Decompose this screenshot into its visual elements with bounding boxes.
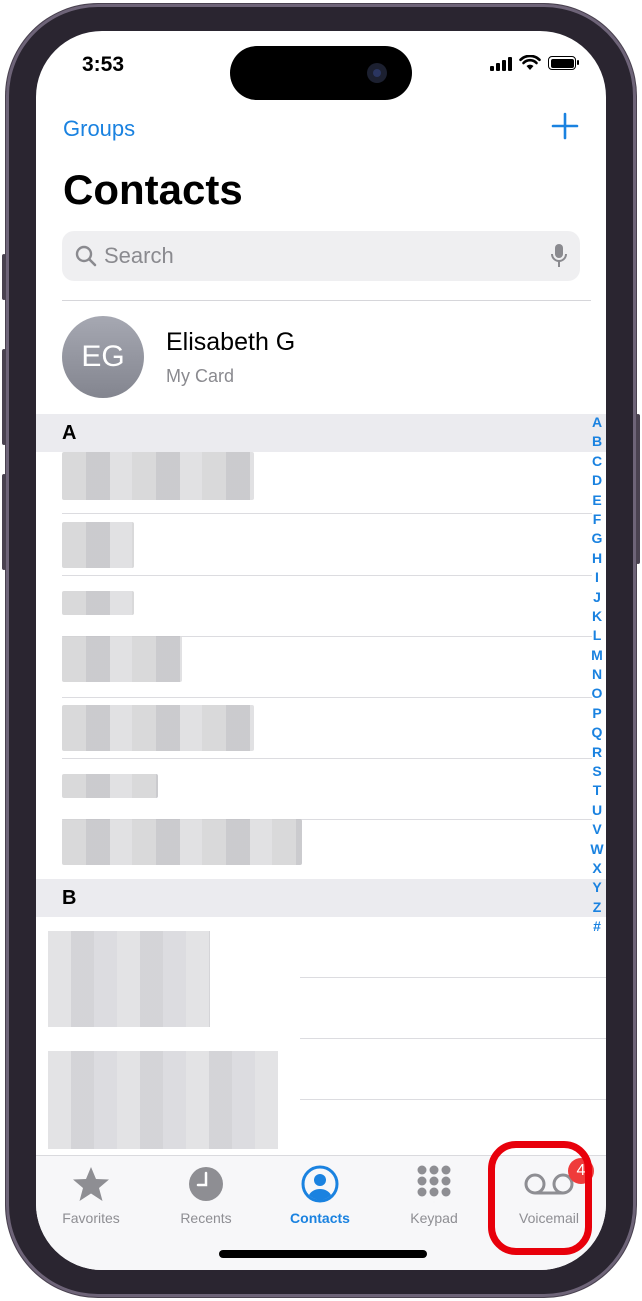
my-card-subtitle: My Card: [166, 366, 235, 386]
index-letter[interactable]: G: [592, 529, 603, 548]
section-letter: A: [62, 422, 77, 444]
contact-row-blurred[interactable]: [62, 636, 592, 698]
index-letter[interactable]: V: [592, 820, 601, 839]
index-letter[interactable]: H: [592, 549, 602, 568]
index-letter[interactable]: U: [592, 801, 602, 820]
index-letter[interactable]: J: [593, 588, 601, 607]
index-letter[interactable]: I: [595, 568, 599, 587]
index-letter[interactable]: N: [592, 665, 602, 684]
index-letter[interactable]: M: [591, 646, 603, 665]
index-letter[interactable]: X: [592, 859, 601, 878]
status-icons: [490, 55, 579, 71]
index-letter[interactable]: W: [590, 840, 603, 859]
my-card-name[interactable]: Elisabeth G: [166, 328, 295, 357]
index-letter[interactable]: Y: [592, 878, 601, 897]
contact-row-blurred[interactable]: [48, 1051, 308, 1149]
index-letter[interactable]: R: [592, 743, 602, 762]
index-letter[interactable]: P: [592, 704, 601, 723]
contact-row-blurred[interactable]: [62, 697, 592, 759]
index-letter[interactable]: Z: [593, 898, 602, 917]
index-letter[interactable]: #: [593, 917, 601, 936]
section-header-b: B: [36, 879, 606, 917]
groups-button[interactable]: Groups: [63, 116, 135, 142]
contact-row-blurred[interactable]: [62, 819, 352, 881]
keypad-icon: [417, 1165, 451, 1203]
index-letter[interactable]: B: [592, 432, 602, 451]
section-header-a: A: [36, 414, 606, 452]
header-divider: [62, 300, 591, 301]
tab-contacts[interactable]: Contacts: [265, 1164, 375, 1226]
index-letter[interactable]: D: [592, 471, 602, 490]
clock-icon: [189, 1167, 223, 1201]
add-contact-icon[interactable]: [550, 111, 580, 141]
cellular-signal-icon: [490, 55, 512, 71]
search-placeholder: Search: [104, 243, 174, 268]
person-circle-icon: [301, 1165, 339, 1203]
tab-label: Recents: [180, 1210, 232, 1226]
alphabet-index[interactable]: A B C D E F G H I J K L M N O P Q R S T …: [589, 413, 605, 937]
index-letter[interactable]: S: [592, 762, 601, 781]
contact-row-blurred[interactable]: [62, 575, 592, 637]
search-icon: [75, 245, 97, 267]
index-letter[interactable]: O: [592, 684, 603, 703]
tab-favorites[interactable]: Favorites: [36, 1164, 146, 1226]
section-letter: B: [62, 887, 77, 909]
index-letter[interactable]: A: [592, 413, 602, 432]
index-letter[interactable]: Q: [592, 723, 603, 742]
battery-icon: [548, 56, 579, 70]
microphone-icon[interactable]: [550, 243, 568, 269]
index-letter[interactable]: C: [592, 452, 602, 471]
index-letter[interactable]: L: [593, 626, 602, 645]
contact-row-blurred[interactable]: [62, 452, 592, 514]
home-indicator[interactable]: [219, 1250, 427, 1258]
search-field[interactable]: Search: [62, 231, 580, 281]
index-letter[interactable]: F: [593, 510, 602, 529]
page-title: Contacts: [63, 166, 243, 213]
index-letter[interactable]: T: [593, 781, 602, 800]
wifi-icon: [519, 55, 541, 70]
star-icon: [73, 1167, 109, 1201]
index-letter[interactable]: E: [592, 491, 601, 510]
contact-row-blurred[interactable]: [48, 931, 308, 1027]
dynamic-island: [230, 46, 412, 100]
tab-label: Keypad: [410, 1210, 458, 1226]
tab-label: Favorites: [62, 1210, 120, 1226]
tab-recents[interactable]: Recents: [151, 1164, 261, 1226]
contact-row-blurred[interactable]: [62, 758, 592, 820]
voicemail-highlight-annotation: [488, 1141, 592, 1255]
tab-label: Contacts: [290, 1210, 350, 1226]
status-time: 3:53: [82, 53, 125, 76]
tab-keypad[interactable]: Keypad: [379, 1164, 489, 1226]
index-letter[interactable]: K: [592, 607, 602, 626]
my-card-avatar[interactable]: EG: [62, 316, 144, 398]
contact-row-blurred[interactable]: [62, 514, 592, 576]
phone-screen: 3:53 Groups Contacts Search EG Elisabeth…: [36, 31, 606, 1270]
